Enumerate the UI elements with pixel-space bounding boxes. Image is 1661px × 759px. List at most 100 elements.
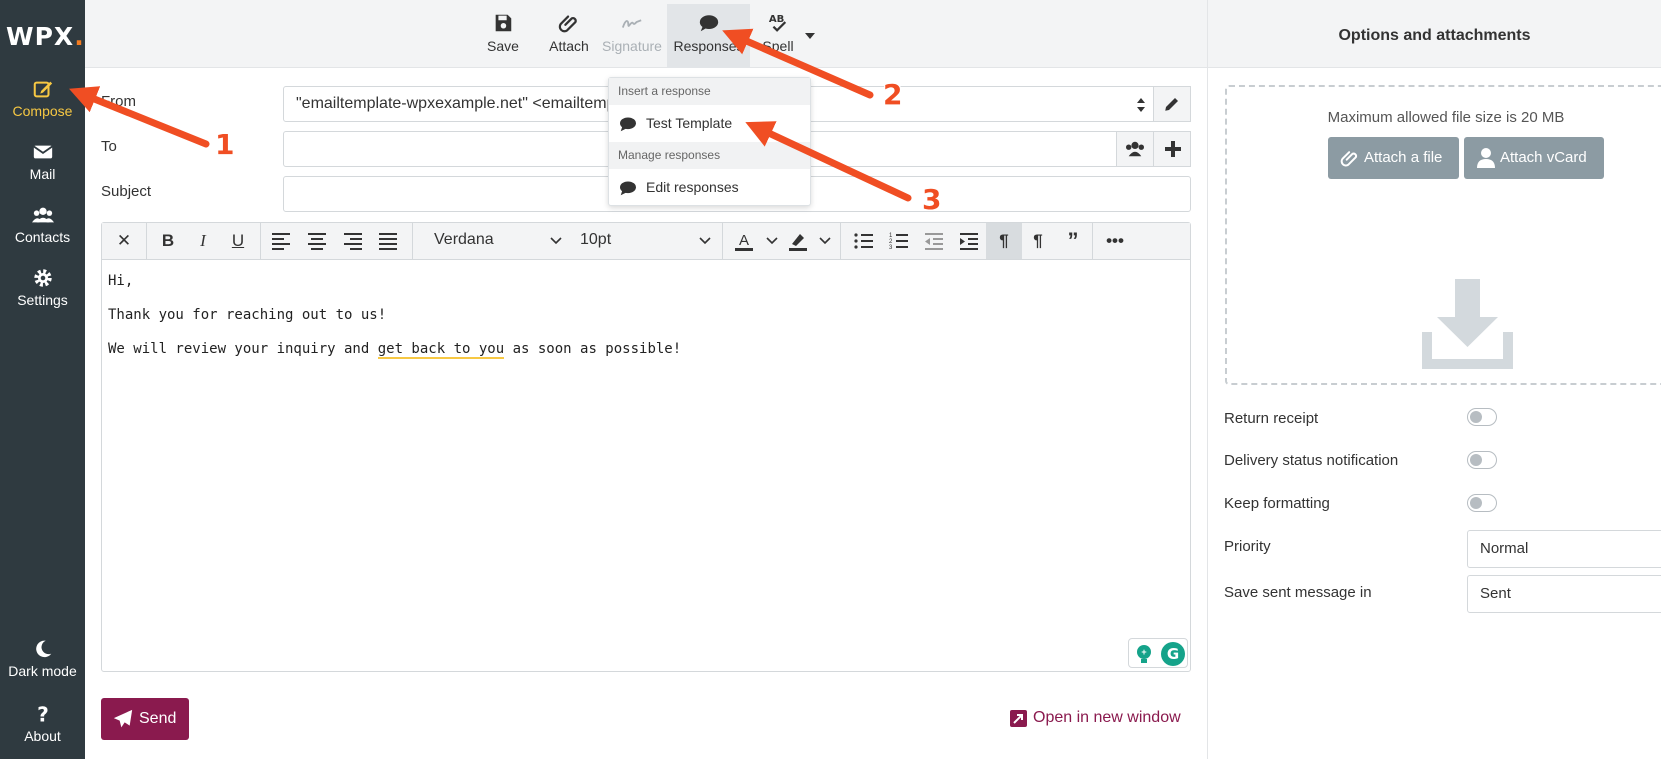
delivery-status-toggle[interactable] <box>1467 451 1497 469</box>
add-recipient-button[interactable] <box>1153 131 1191 167</box>
priority-label: Priority <box>1224 538 1271 555</box>
indent-icon[interactable] <box>958 230 980 252</box>
bold-icon[interactable]: B <box>157 230 179 252</box>
edit-identity-button[interactable] <box>1153 86 1191 122</box>
response-item-test-template[interactable]: Test Template <box>609 105 810 142</box>
attach-file-button[interactable]: Attach a file <box>1328 137 1459 179</box>
sort-arrows-icon <box>1137 98 1145 112</box>
svg-text:3: 3 <box>889 245 893 251</box>
max-file-size-text: Maximum allowed file size is 20 MB <box>1327 109 1565 126</box>
chevron-down-icon[interactable] <box>766 237 778 245</box>
clear-formatting-icon[interactable]: ✕ <box>113 230 135 252</box>
divider <box>840 223 841 260</box>
body-line: Hi, <box>108 273 134 289</box>
outdent-icon[interactable] <box>923 230 945 252</box>
italic-icon[interactable]: I <box>192 230 214 252</box>
sidebar-item-about[interactable]: ? About <box>0 703 85 744</box>
highlight-color-icon[interactable] <box>787 230 809 252</box>
sidebar-item-contacts[interactable]: Contacts <box>0 204 85 245</box>
divider <box>146 223 147 260</box>
edit-responses-item[interactable]: Edit responses <box>609 169 810 206</box>
envelope-icon <box>32 145 53 159</box>
moon-icon <box>35 640 51 658</box>
delivery-status-label: Delivery status notification <box>1224 452 1399 469</box>
comment-icon <box>620 117 636 132</box>
spell-button[interactable]: AB Spell <box>755 12 801 54</box>
attach-button[interactable]: Attach <box>541 12 597 54</box>
responses-button[interactable]: Responses <box>667 4 750 68</box>
more-options-icon[interactable]: ••• <box>1104 230 1126 252</box>
save-sent-label: Save sent message in <box>1224 584 1372 601</box>
save-sent-select[interactable]: Sent <box>1467 575 1661 613</box>
chevron-down-icon <box>550 237 562 245</box>
bullet-list-icon[interactable] <box>853 230 875 252</box>
priority-select[interactable]: Normal <box>1467 530 1661 568</box>
users-icon <box>31 207 54 223</box>
external-link-icon <box>1010 710 1027 727</box>
to-label: To <box>101 138 117 155</box>
send-button[interactable]: Send <box>101 698 189 740</box>
numbered-list-icon[interactable]: 123 <box>888 230 910 252</box>
signature-icon <box>621 19 642 28</box>
align-center-icon[interactable] <box>306 230 328 252</box>
paperclip-icon <box>558 15 577 33</box>
chevron-down-icon[interactable] <box>819 237 831 245</box>
text-color-icon[interactable]: A <box>733 230 755 252</box>
svg-text:A: A <box>739 232 749 249</box>
sidebar-item-mail[interactable]: Mail <box>0 141 85 182</box>
paper-plane-icon <box>113 709 133 728</box>
save-icon <box>495 14 512 32</box>
attachment-dropzone[interactable]: Maximum allowed file size is 20 MB Attac… <box>1225 85 1661 385</box>
body-line: Thank you for reaching out to us! <box>108 307 387 323</box>
sidebar-item-settings[interactable]: Settings <box>0 267 85 308</box>
align-justify-icon[interactable] <box>377 230 399 252</box>
options-title: Options and attachments <box>1208 0 1661 68</box>
divider <box>722 223 723 260</box>
from-label: From <box>101 93 136 110</box>
compose-toolbar: Save Attach Signature Responses AB Spell <box>85 0 1207 68</box>
editor-toolbar: ✕ B I U Verdana 10pt A 123 ¶ ¶ ” ••• <box>102 223 1190 260</box>
open-in-new-window-link[interactable]: Open in new window <box>1010 709 1181 727</box>
annotation-number-3: 3 <box>922 183 942 216</box>
underline-icon[interactable]: U <box>227 230 249 252</box>
comment-icon <box>699 15 718 32</box>
manage-responses-header: Manage responses <box>609 142 810 169</box>
add-contact-group-button[interactable] <box>1116 131 1154 167</box>
align-right-icon[interactable] <box>342 230 364 252</box>
pencil-icon <box>1165 98 1178 111</box>
message-body[interactable]: Hi, Thank you for reaching out to us! We… <box>108 273 681 375</box>
download-icon <box>1422 279 1513 369</box>
grammarly-widget[interactable]: + G <box>1128 638 1188 668</box>
sidebar-item-dark-mode[interactable]: Dark mode <box>0 638 85 679</box>
question-icon: ? <box>37 703 49 725</box>
signature-button[interactable]: Signature <box>597 12 667 54</box>
chevron-down-icon <box>699 237 711 245</box>
grammar-suggestion[interactable]: get back to you <box>377 341 505 359</box>
keep-formatting-toggle[interactable] <box>1467 494 1497 512</box>
return-receipt-toggle[interactable] <box>1467 408 1497 426</box>
svg-text:+: + <box>1141 647 1146 657</box>
rtl-direction-icon[interactable]: ¶ <box>1027 230 1049 252</box>
font-size-select[interactable]: 10pt <box>580 231 611 249</box>
sidebar-item-compose[interactable]: Compose <box>0 78 85 119</box>
svg-text:AB: AB <box>769 14 784 25</box>
spell-dropdown-caret-icon[interactable] <box>804 32 816 40</box>
body-line: We will review your inquiry and get back… <box>108 341 682 359</box>
blockquote-icon[interactable]: ” <box>1062 230 1084 252</box>
sidebar: WPX. Compose Mail Contacts Settings Dark… <box>0 0 85 759</box>
save-button[interactable]: Save <box>478 12 528 54</box>
annotation-number-1: 1 <box>215 128 235 161</box>
compose-icon <box>33 81 52 98</box>
keep-formatting-label: Keep formatting <box>1224 495 1330 512</box>
user-icon <box>1477 148 1495 168</box>
comment-icon <box>620 181 636 196</box>
divider <box>1092 223 1093 260</box>
gear-icon <box>33 269 52 287</box>
users-icon <box>1126 141 1144 157</box>
font-family-select[interactable]: Verdana <box>434 231 494 249</box>
message-editor: ✕ B I U Verdana 10pt A 123 ¶ ¶ ” ••• Hi,… <box>101 222 1191 672</box>
align-left-icon[interactable] <box>270 230 292 252</box>
attach-vcard-button[interactable]: Attach vCard <box>1464 137 1604 179</box>
wpx-logo[interactable]: WPX. <box>6 22 85 51</box>
ltr-direction-icon[interactable]: ¶ <box>993 230 1015 252</box>
